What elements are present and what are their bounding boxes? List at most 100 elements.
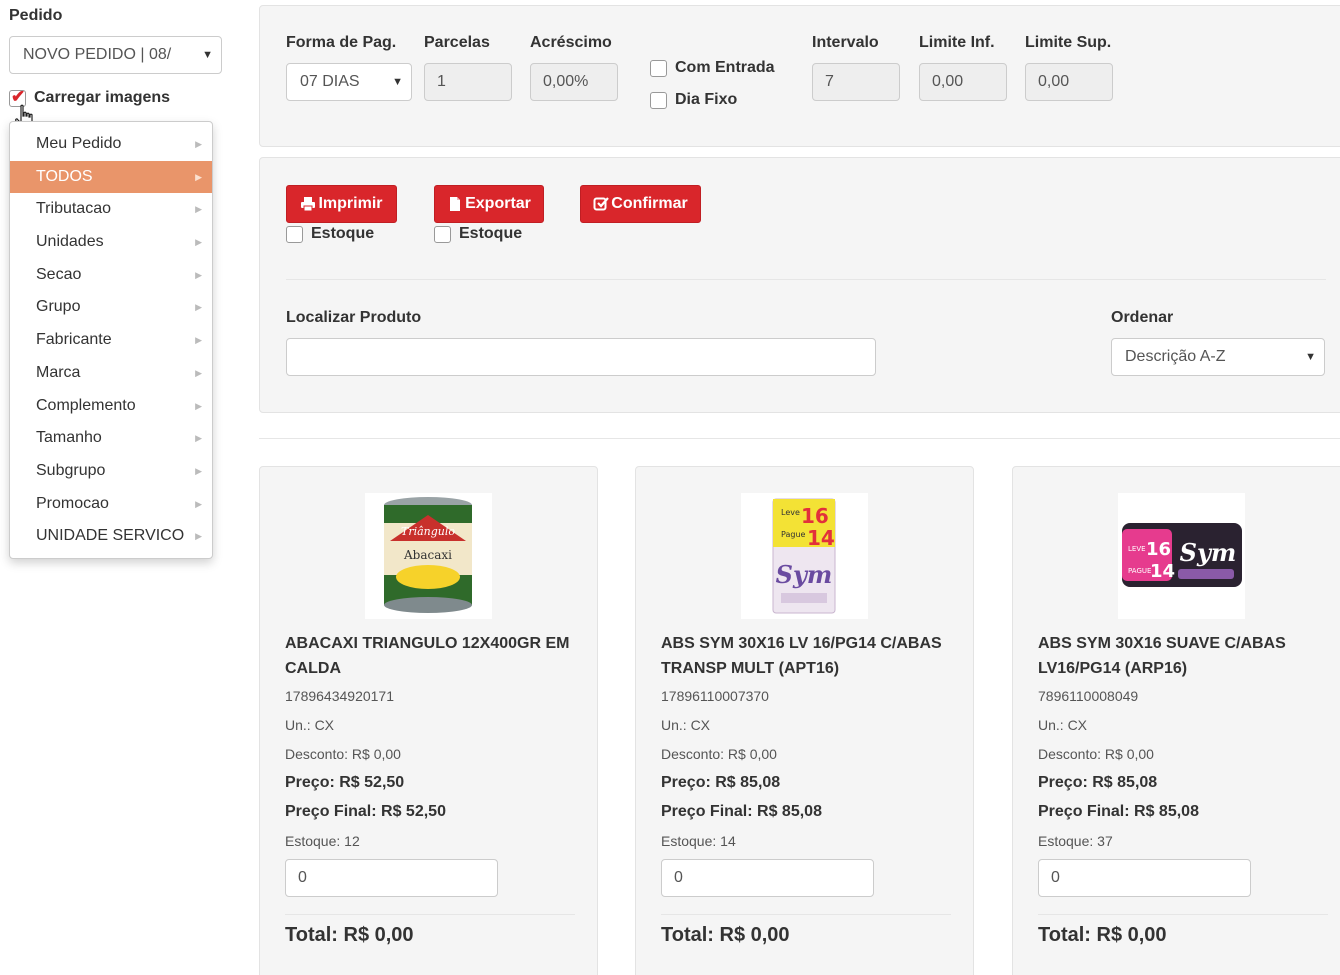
forma-pag-select[interactable]: 07 DIAS ▼ [286,63,412,101]
exportar-estoque-checkbox[interactable] [434,225,451,243]
limite-sup-input[interactable]: 0,00 [1025,63,1113,101]
menu-item-label: Tributacao [36,200,111,218]
actions-panel: Imprimir Exportar Confirmar Estoque Esto… [259,157,1340,413]
product-unit: Un.: CX [285,717,335,733]
acrescimo-label: Acréscimo [530,34,612,51]
product-total: Total: R$ 0,00 [1038,924,1167,946]
svg-text:PAGUE: PAGUE [1128,567,1151,575]
limite-inf-input[interactable]: 0,00 [919,63,1007,101]
menu-item[interactable]: Meu Pedido ▶ [10,128,212,161]
product-image: Triângulo Abacaxi [365,493,492,619]
svg-text:14: 14 [1150,561,1175,582]
product-name: ABS SYM 30X16 LV 16/PG14 C/ABAS TRANSP M… [661,635,942,677]
product-image: Leve 16 Pague 14 Sym [741,493,868,619]
menu-item-label: Fabricante [36,331,112,349]
product-unit: Un.: CX [1038,717,1088,733]
chevron-right-icon: ▶ [195,171,202,182]
check-square-icon [593,197,610,211]
chevron-down-icon: ▼ [202,49,213,61]
product-card: Triângulo Abacaxi ABACAXI TRIANGULO 12X4… [259,466,598,975]
carregar-imagens-label: Carregar imagens [34,89,171,106]
chevron-right-icon: ▶ [195,498,202,509]
limite-sup-label: Limite Sup. [1025,34,1112,51]
product-image-caption: Abacaxi [403,548,452,562]
pedido-select[interactable]: NOVO PEDIDO | 08/ ▼ [9,36,222,74]
chevron-right-icon: ▶ [195,139,202,149]
product-price: Preço: R$ 85,08 [661,774,781,791]
exportar-estoque-toggle[interactable]: Estoque [434,225,522,243]
menu-item-label: Unidades [36,233,104,251]
menu-item-label: Complemento [36,396,136,414]
menu-item[interactable]: TODOS ▶ [10,160,212,194]
sym-pad-box-image: Leve 16 Pague 14 Sym [772,498,836,614]
product-price: Preço: R$ 52,50 [285,774,405,791]
confirmar-label: Confirmar [611,195,688,212]
chevron-right-icon: ▶ [195,269,202,280]
acrescimo-input[interactable]: 0,00% [530,63,618,101]
dia-fixo-checkbox[interactable] [650,91,667,109]
product-stock: Estoque: 14 [661,833,736,849]
sym-pad-pack-image: LEVE 16 PAGUE 14 Sym [1122,523,1242,587]
divider [661,914,951,915]
chevron-right-icon: ▶ [195,433,202,444]
chevron-right-icon: ▶ [195,367,202,378]
menu-item[interactable]: Subgrupo ▶ [10,455,212,488]
menu-item[interactable]: Fabricante ▶ [10,324,212,357]
quantity-input[interactable]: 0 [285,859,498,897]
menu-item[interactable]: Promocao ▶ [10,488,212,521]
imprimir-button[interactable]: Imprimir [286,185,397,223]
localizar-produto-input[interactable] [286,338,876,376]
product-stock: Estoque: 12 [285,833,360,849]
imprimir-estoque-toggle[interactable]: Estoque [286,225,374,243]
product-code: 17896110007370 [661,688,769,704]
chevron-right-icon: ▶ [195,204,202,215]
product-price: Preço: R$ 85,08 [1038,774,1158,791]
product-code: 7896110008049 [1038,688,1139,704]
menu-item[interactable]: Unidades ▶ [10,226,212,259]
menu-item[interactable]: Marca ▶ [10,357,212,390]
chevron-right-icon: ▶ [195,465,202,476]
menu-item[interactable]: Complemento ▶ [10,390,212,423]
product-total: Total: R$ 0,00 [285,924,414,946]
com-entrada-checkbox[interactable] [650,59,667,77]
limite-inf-label: Limite Inf. [919,34,995,51]
chevron-right-icon: ▶ [195,335,202,346]
svg-text:14: 14 [807,526,835,550]
svg-text:16: 16 [1146,539,1171,560]
dia-fixo-label: Dia Fixo [675,91,738,108]
localizar-produto-label: Localizar Produto [286,309,422,326]
quantity-input[interactable]: 0 [661,859,874,897]
forma-pag-label: Forma de Pag. [286,34,397,51]
ordenar-select[interactable]: Descrição A-Z ▼ [1111,338,1325,376]
parcelas-input[interactable]: 1 [424,63,512,101]
product-card: Leve 16 Pague 14 Sym ABS SYM 30X16 LV 16… [635,466,974,975]
menu-item[interactable]: Grupo ▶ [10,291,212,324]
intervalo-input[interactable]: 7 [812,63,900,101]
exportar-button[interactable]: Exportar [434,185,544,223]
chevron-right-icon: ▶ [195,531,202,542]
com-entrada-toggle[interactable]: Com Entrada [650,59,775,77]
svg-text:LEVE: LEVE [1128,545,1146,553]
imprimir-estoque-checkbox[interactable] [286,225,303,243]
menu-item-label: Tamanho [36,429,102,447]
menu-item[interactable]: Tributacao ▶ [10,193,212,226]
menu-item-label: UNIDADE SERVICO [36,527,185,545]
ordenar-value: Descrição A-Z [1125,348,1226,365]
menu-item-label: Grupo [36,298,81,316]
product-discount: Desconto: R$ 0,00 [1038,746,1154,762]
forma-pag-value: 07 DIAS [300,73,360,90]
divider [285,914,575,915]
svg-text:Triângulo: Triângulo [401,525,455,538]
dia-fixo-toggle[interactable]: Dia Fixo [650,91,737,109]
menu-item[interactable]: Secao ▶ [10,259,212,292]
menu-item[interactable]: UNIDADE SERVICO ▶ [10,520,212,553]
pedido-label: Pedido [9,7,63,24]
chevron-right-icon: ▶ [195,302,202,313]
product-name: ABACAXI TRIANGULO 12X400GR EM CALDA [285,635,570,677]
file-icon [450,197,461,211]
svg-text:Leve: Leve [781,508,800,517]
quantity-input[interactable]: 0 [1038,859,1251,897]
menu-item-label: TODOS [36,167,93,185]
menu-item[interactable]: Tamanho ▶ [10,422,212,455]
confirmar-button[interactable]: Confirmar [580,185,701,223]
